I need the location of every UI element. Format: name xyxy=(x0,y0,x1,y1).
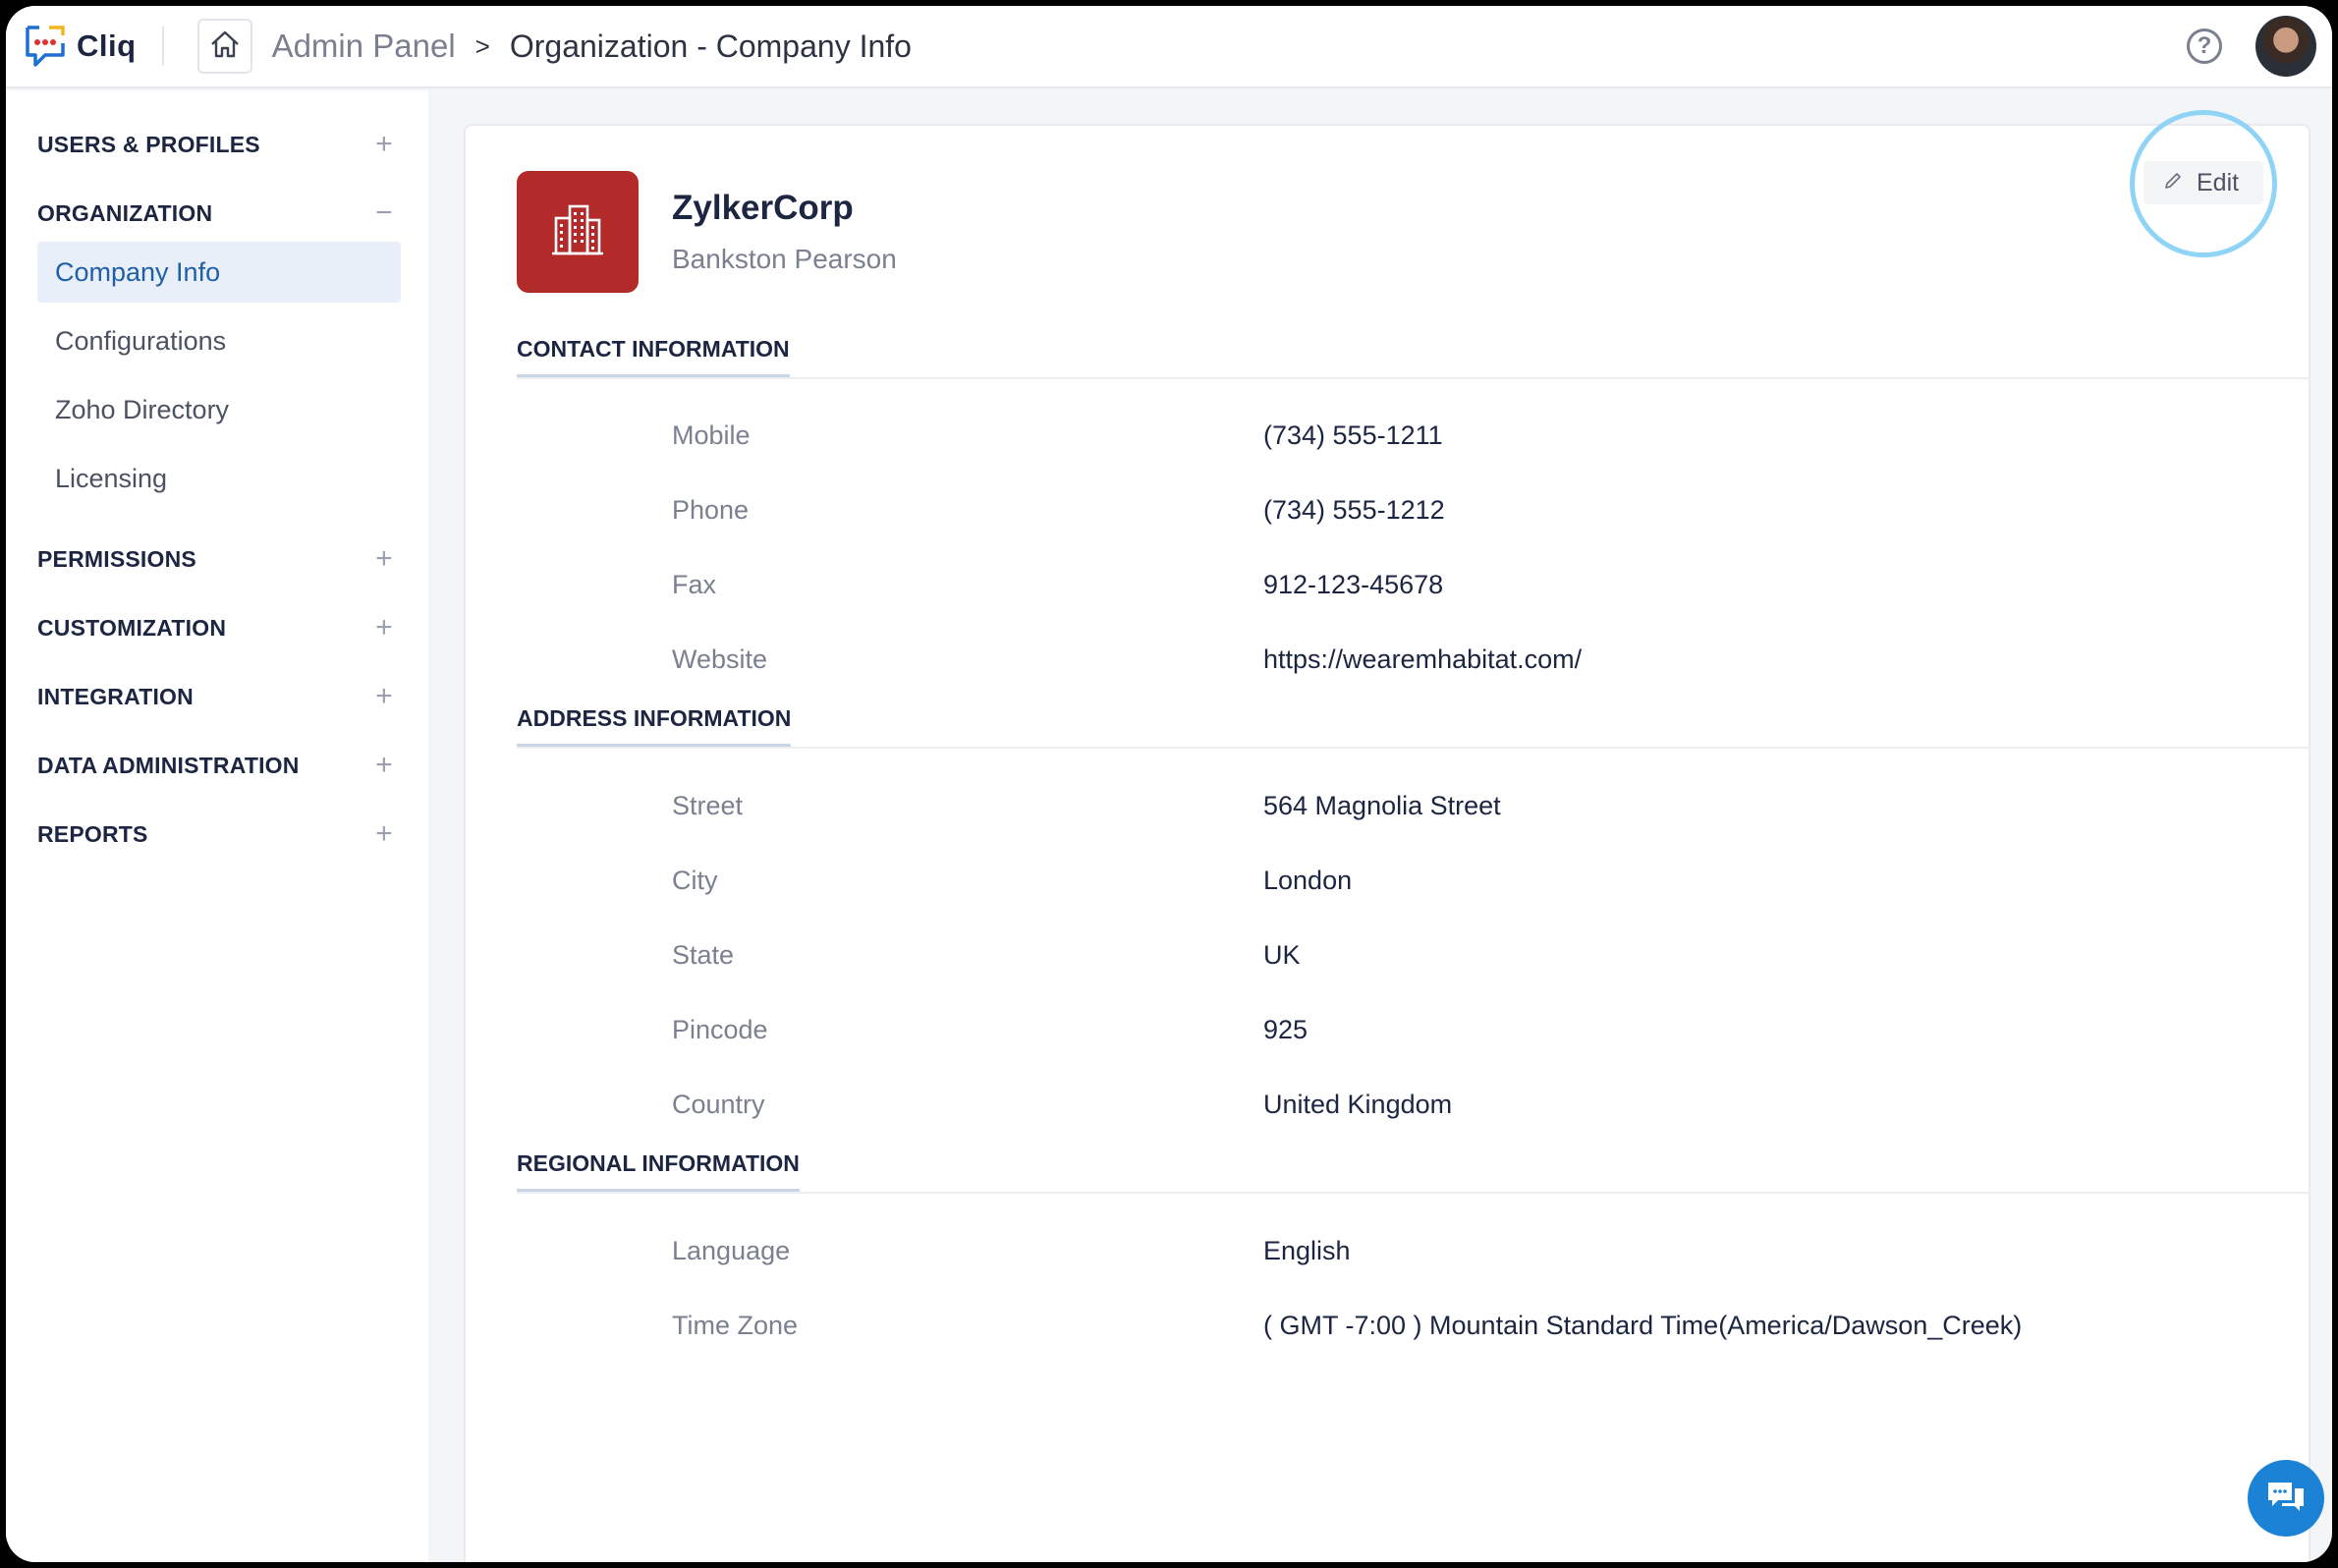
sidebar-section-integration[interactable]: INTEGRATION + xyxy=(37,680,399,713)
section-divider xyxy=(517,747,2309,749)
sidebar-item-zoho-directory[interactable]: Zoho Directory xyxy=(37,379,401,440)
sidebar-item-company-info[interactable]: Company Info xyxy=(37,242,401,303)
avatar[interactable] xyxy=(2255,16,2316,77)
pincode-label: Pincode xyxy=(672,1015,768,1044)
expand-icon[interactable]: + xyxy=(369,680,399,713)
app-window: Cliq Admin Panel > Organization - Compan… xyxy=(6,6,2332,1562)
section-label: REPORTS xyxy=(37,820,148,847)
website-value[interactable]: https://wearemhabitat.com/ xyxy=(1263,644,1582,675)
section-divider xyxy=(517,1192,2309,1194)
section-label: DATA ADMINISTRATION xyxy=(37,752,300,778)
language-value: English xyxy=(1263,1236,1351,1265)
breadcrumb-separator: > xyxy=(474,30,490,61)
app-name: Cliq xyxy=(77,28,137,63)
chat-icon xyxy=(2264,1477,2308,1521)
company-name: ZylkerCorp xyxy=(672,189,854,227)
section-label: ORGANIZATION xyxy=(37,199,213,226)
chat-button[interactable] xyxy=(2248,1460,2324,1537)
mobile-label: Mobile xyxy=(672,420,751,450)
company-owner: Bankston Pearson xyxy=(672,244,897,274)
fax-label: Fax xyxy=(672,570,717,599)
country-value: United Kingdom xyxy=(1263,1090,1453,1119)
section-label: INTEGRATION xyxy=(37,683,194,709)
mobile-value: (734) 555-1211 xyxy=(1263,420,1443,450)
expand-icon[interactable]: + xyxy=(369,611,399,644)
expand-icon[interactable]: + xyxy=(369,128,399,161)
divider xyxy=(161,27,164,66)
street-value: 564 Magnolia Street xyxy=(1263,791,1501,820)
sidebar: USERS & PROFILES + ORGANIZATION − Compan… xyxy=(6,90,428,1562)
sidebar-section-users-profiles[interactable]: USERS & PROFILES + xyxy=(37,128,399,161)
brand[interactable]: Cliq xyxy=(20,22,137,71)
country-label: Country xyxy=(672,1090,765,1119)
company-info-card: ZylkerCorp Bankston Pearson Edit CONTACT… xyxy=(464,110,2310,1562)
top-bar: Cliq Admin Panel > Organization - Compan… xyxy=(6,6,2332,88)
language-label: Language xyxy=(672,1236,791,1265)
state-label: State xyxy=(672,940,735,970)
time-zone-value: ( GMT -7:00 ) Mountain Standard Time(Ame… xyxy=(1263,1311,2023,1340)
phone-label: Phone xyxy=(672,495,750,525)
cliq-logo-icon xyxy=(20,22,69,71)
pencil-icon xyxy=(2163,169,2183,197)
breadcrumb-admin-panel[interactable]: Admin Panel xyxy=(272,28,456,65)
expand-icon[interactable]: + xyxy=(369,542,399,576)
breadcrumb-current: Organization - Company Info xyxy=(509,28,912,64)
regional-section-title: REGIONAL INFORMATION xyxy=(517,1150,800,1192)
phone-value: (734) 555-1212 xyxy=(1263,495,1445,525)
expand-icon[interactable]: + xyxy=(369,817,399,851)
section-label: CUSTOMIZATION xyxy=(37,614,227,641)
pincode-value: 925 xyxy=(1263,1015,1308,1044)
sidebar-section-organization[interactable]: ORGANIZATION − xyxy=(37,196,399,230)
address-section-title: ADDRESS INFORMATION xyxy=(517,705,792,747)
time-zone-label: Time Zone xyxy=(672,1311,799,1340)
city-value: London xyxy=(1263,866,1353,895)
street-label: Street xyxy=(672,791,744,820)
building-icon xyxy=(548,200,607,264)
section-label: PERMISSIONS xyxy=(37,545,196,572)
home-button[interactable] xyxy=(196,19,252,74)
fax-value: 912-123-45678 xyxy=(1263,570,1444,599)
sidebar-section-data-administration[interactable]: DATA ADMINISTRATION + xyxy=(37,749,399,782)
collapse-icon[interactable]: − xyxy=(369,196,399,230)
sidebar-item-licensing[interactable]: Licensing xyxy=(37,448,401,509)
org-logo xyxy=(517,171,639,293)
sidebar-section-reports[interactable]: REPORTS + xyxy=(37,817,399,851)
section-divider xyxy=(517,377,2309,379)
home-icon xyxy=(209,29,241,64)
sidebar-section-customization[interactable]: CUSTOMIZATION + xyxy=(37,611,399,644)
contact-section-title: CONTACT INFORMATION xyxy=(517,336,790,377)
state-value: UK xyxy=(1263,940,1301,970)
edit-button[interactable]: Edit xyxy=(2143,161,2263,204)
section-label: USERS & PROFILES xyxy=(37,131,260,157)
sidebar-item-configurations[interactable]: Configurations xyxy=(37,310,401,371)
help-icon[interactable]: ? xyxy=(2187,28,2222,64)
sidebar-section-permissions[interactable]: PERMISSIONS + xyxy=(37,542,399,576)
city-label: City xyxy=(672,866,718,895)
edit-label: Edit xyxy=(2197,168,2240,196)
website-label: Website xyxy=(672,644,768,674)
expand-icon[interactable]: + xyxy=(369,749,399,782)
